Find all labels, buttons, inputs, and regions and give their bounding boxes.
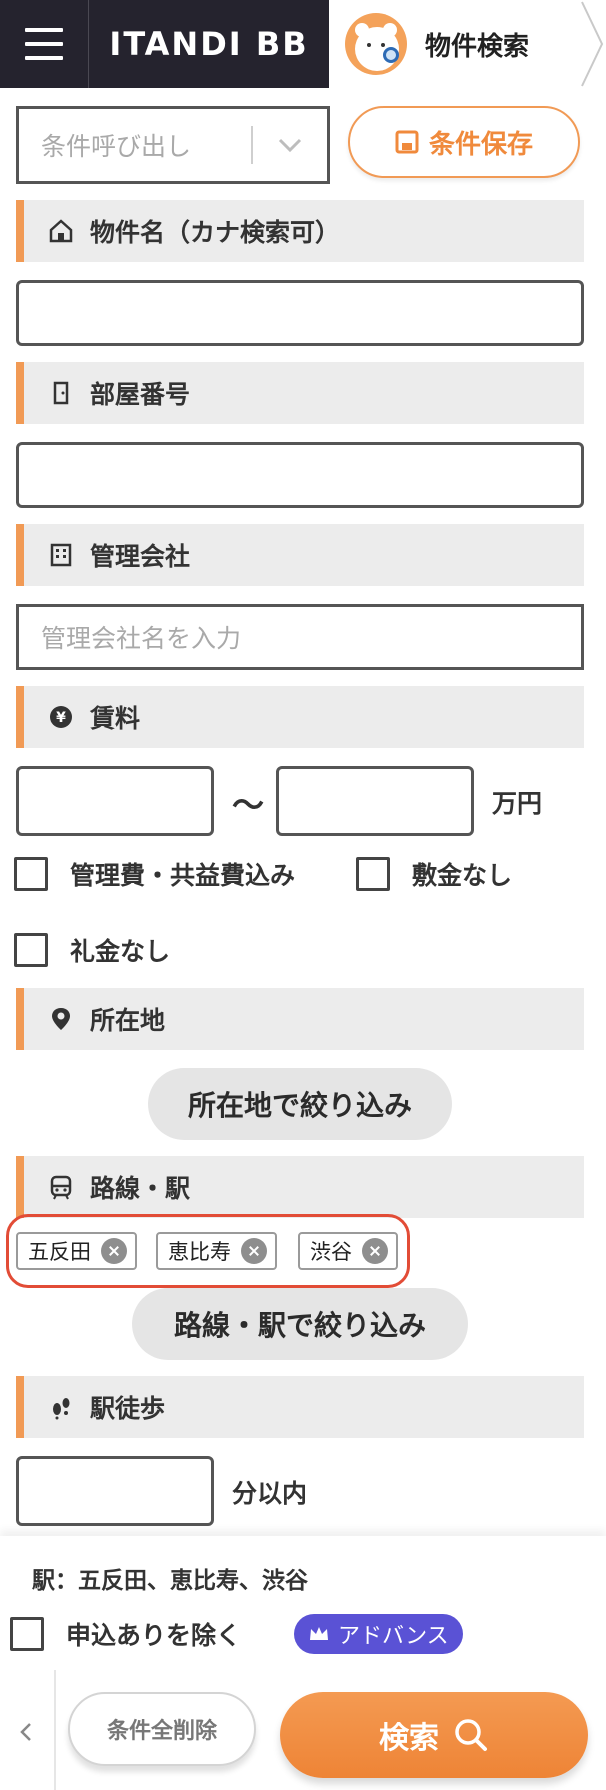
chevron-right-icon — [581, 1, 604, 87]
station-chip[interactable]: 五反田 — [16, 1232, 137, 1270]
svg-text:¥: ¥ — [56, 710, 66, 726]
app-logo[interactable]: ITANDI BB — [89, 0, 329, 88]
section-walk-time: 駅徒歩 — [16, 1376, 584, 1438]
station-chip-label: 恵比寿 — [168, 1240, 231, 1264]
hamburger-icon[interactable] — [0, 0, 89, 88]
breadcrumb[interactable]: 物件検索 — [329, 0, 606, 88]
footprint-icon — [46, 1392, 76, 1422]
rent-min-input[interactable] — [16, 766, 214, 836]
walk-minutes-input[interactable] — [16, 1456, 214, 1526]
section-location: 所在地 — [16, 988, 584, 1050]
station-chip-label: 渋谷 — [310, 1240, 352, 1264]
section-room-number: 部屋番号 — [16, 362, 584, 424]
search-icon — [455, 1719, 487, 1751]
section-line-station: 路線・駅 — [16, 1156, 584, 1218]
save-conditions-button[interactable]: 条件保存 — [348, 106, 580, 178]
remove-chip-icon[interactable] — [241, 1238, 267, 1264]
checkbox[interactable] — [14, 857, 48, 891]
rent-range-tilde: 〜 — [232, 786, 265, 824]
checkbox[interactable] — [10, 1617, 44, 1651]
remove-chip-icon[interactable] — [101, 1238, 127, 1264]
exclude-applied-checkbox[interactable]: 申込ありを除く — [10, 1616, 241, 1652]
section-label: 管理会社 — [90, 542, 191, 571]
condition-select-placeholder: 条件呼び出し — [41, 132, 192, 161]
checkbox[interactable] — [14, 933, 48, 967]
management-fee-checkbox[interactable]: 管理費・共益費込み — [14, 856, 295, 892]
chevron-down-icon[interactable] — [253, 137, 327, 153]
save-conditions-label: 条件保存 — [428, 129, 533, 160]
advance-badge[interactable]: アドバンス — [294, 1614, 463, 1654]
section-label: 所在地 — [90, 1006, 166, 1035]
section-management-company: 管理会社 — [16, 524, 584, 586]
checkbox-label: 礼金なし — [70, 937, 171, 966]
rent-unit: 万円 — [492, 789, 543, 818]
section-label: 部屋番号 — [90, 380, 191, 409]
section-label: 路線・駅 — [90, 1174, 191, 1203]
section-property-name: 物件名（カナ検索可） — [16, 200, 584, 262]
checkbox-label: 管理費・共益費込み — [70, 861, 296, 890]
checkbox[interactable] — [356, 857, 390, 891]
app-header: ITANDI BB 物件検索 — [0, 0, 606, 88]
chevron-left-icon[interactable] — [18, 1720, 34, 1744]
line-station-filter-button[interactable]: 路線・駅で絞り込み — [132, 1288, 468, 1360]
station-chip[interactable]: 恵比寿 — [156, 1232, 277, 1270]
train-icon — [46, 1172, 76, 1202]
divider — [54, 1670, 56, 1790]
no-deposit-checkbox[interactable]: 敷金なし — [356, 856, 512, 892]
remove-chip-icon[interactable] — [362, 1238, 388, 1264]
checkbox-label: 敷金なし — [412, 861, 513, 890]
home-icon — [46, 216, 76, 246]
condition-row: 条件呼び出し 条件保存 — [16, 106, 584, 184]
section-label: 物件名（カナ検索可） — [90, 218, 341, 247]
section-label: 賃料 — [90, 704, 141, 733]
walk-unit: 分以内 — [232, 1479, 308, 1508]
management-company-placeholder: 管理会社名を入力 — [41, 624, 242, 653]
clear-all-button[interactable]: 条件全削除 — [68, 1692, 256, 1766]
building-icon — [46, 540, 76, 570]
crown-icon — [310, 1627, 328, 1640]
search-button-label: 検索 — [379, 1721, 439, 1756]
property-name-input[interactable] — [16, 280, 584, 346]
advance-badge-label: アドバンス — [338, 1624, 449, 1649]
section-label: 駅徒歩 — [90, 1394, 166, 1423]
no-key-money-checkbox[interactable]: 礼金なし — [14, 932, 170, 968]
floppy-icon — [395, 130, 419, 154]
station-chip[interactable]: 渋谷 — [298, 1232, 398, 1270]
door-icon — [46, 378, 76, 408]
search-button[interactable]: 検索 — [280, 1692, 588, 1778]
room-number-input[interactable] — [16, 442, 584, 508]
section-rent: ¥ 賃料 — [16, 686, 584, 748]
search-summary: 駅：五反田、恵比寿、渋谷 — [32, 1568, 308, 1594]
management-company-input[interactable]: 管理会社名を入力 — [16, 604, 584, 670]
station-chip-label: 五反田 — [28, 1240, 91, 1264]
location-filter-button[interactable]: 所在地で絞り込み — [148, 1068, 452, 1140]
breadcrumb-label: 物件検索 — [425, 31, 530, 62]
rent-max-input[interactable] — [276, 766, 474, 836]
bear-search-icon — [345, 13, 407, 75]
yen-icon: ¥ — [46, 702, 76, 732]
condition-select[interactable]: 条件呼び出し — [16, 106, 330, 184]
pin-icon — [46, 1004, 76, 1034]
checkbox-label: 申込ありを除く — [66, 1621, 242, 1650]
